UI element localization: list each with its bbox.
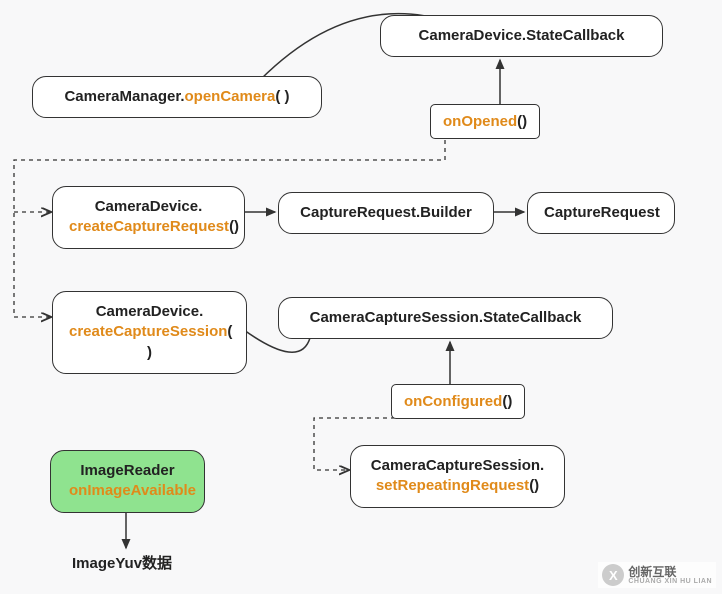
- logo-en: CHUANG XIN HU LIAN: [628, 578, 712, 585]
- logo-mark-icon: X: [602, 564, 624, 586]
- method: onImageAvailable: [69, 482, 196, 499]
- text: ( ): [275, 88, 289, 105]
- method: onConfigured: [404, 393, 502, 410]
- text: CameraDevice.: [419, 27, 527, 44]
- logo-letter: X: [609, 568, 618, 583]
- watermark-logo: X 创新互联 CHUANG XIN HU LIAN: [598, 562, 716, 588]
- text: ImageReader: [80, 462, 174, 479]
- text: CameraDevice.: [95, 198, 203, 215]
- text: ImageYuv数据: [72, 555, 172, 572]
- node-set-repeating-request: CameraCaptureSession. setRepeatingReques…: [350, 445, 565, 508]
- method: onOpened: [443, 113, 517, 130]
- node-image-yuv: ImageYuv数据: [72, 552, 172, 573]
- node-on-configured: onConfigured(): [391, 384, 525, 419]
- logo-text: 创新互联 CHUANG XIN HU LIAN: [628, 566, 712, 585]
- node-capture-request: CaptureRequest: [527, 192, 675, 234]
- method: createCaptureRequest: [69, 218, 229, 235]
- text: (): [529, 477, 539, 494]
- method: setRepeatingRequest: [376, 477, 529, 494]
- text: CaptureRequest.Builder: [300, 204, 472, 221]
- text: CaptureRequest: [544, 204, 660, 221]
- node-session-state-callback: CameraCaptureSession.StateCallback: [278, 297, 613, 339]
- text: CameraCaptureSession.: [371, 457, 544, 474]
- text: (): [502, 393, 512, 410]
- node-create-capture-request: CameraDevice. createCaptureRequest(): [52, 186, 245, 249]
- method: createCaptureSession: [69, 323, 227, 340]
- node-camera-device-state-callback: CameraDevice.StateCallback: [380, 15, 663, 57]
- node-create-capture-session: CameraDevice. createCaptureSession( ): [52, 291, 247, 374]
- node-open-camera: CameraManager.openCamera( ): [32, 76, 322, 118]
- text: CameraDevice.: [96, 303, 204, 320]
- node-image-reader: ImageReader onImageAvailable: [50, 450, 205, 513]
- method: openCamera: [185, 88, 276, 105]
- node-on-opened: onOpened(): [430, 104, 540, 139]
- logo-cn: 创新互联: [628, 566, 712, 578]
- text: CameraCaptureSession.StateCallback: [310, 309, 582, 326]
- text: (): [229, 218, 239, 235]
- node-capture-request-builder: CaptureRequest.Builder: [278, 192, 494, 234]
- text: StateCallback: [526, 27, 624, 44]
- text: (): [517, 113, 527, 130]
- text: CameraManager.: [64, 88, 184, 105]
